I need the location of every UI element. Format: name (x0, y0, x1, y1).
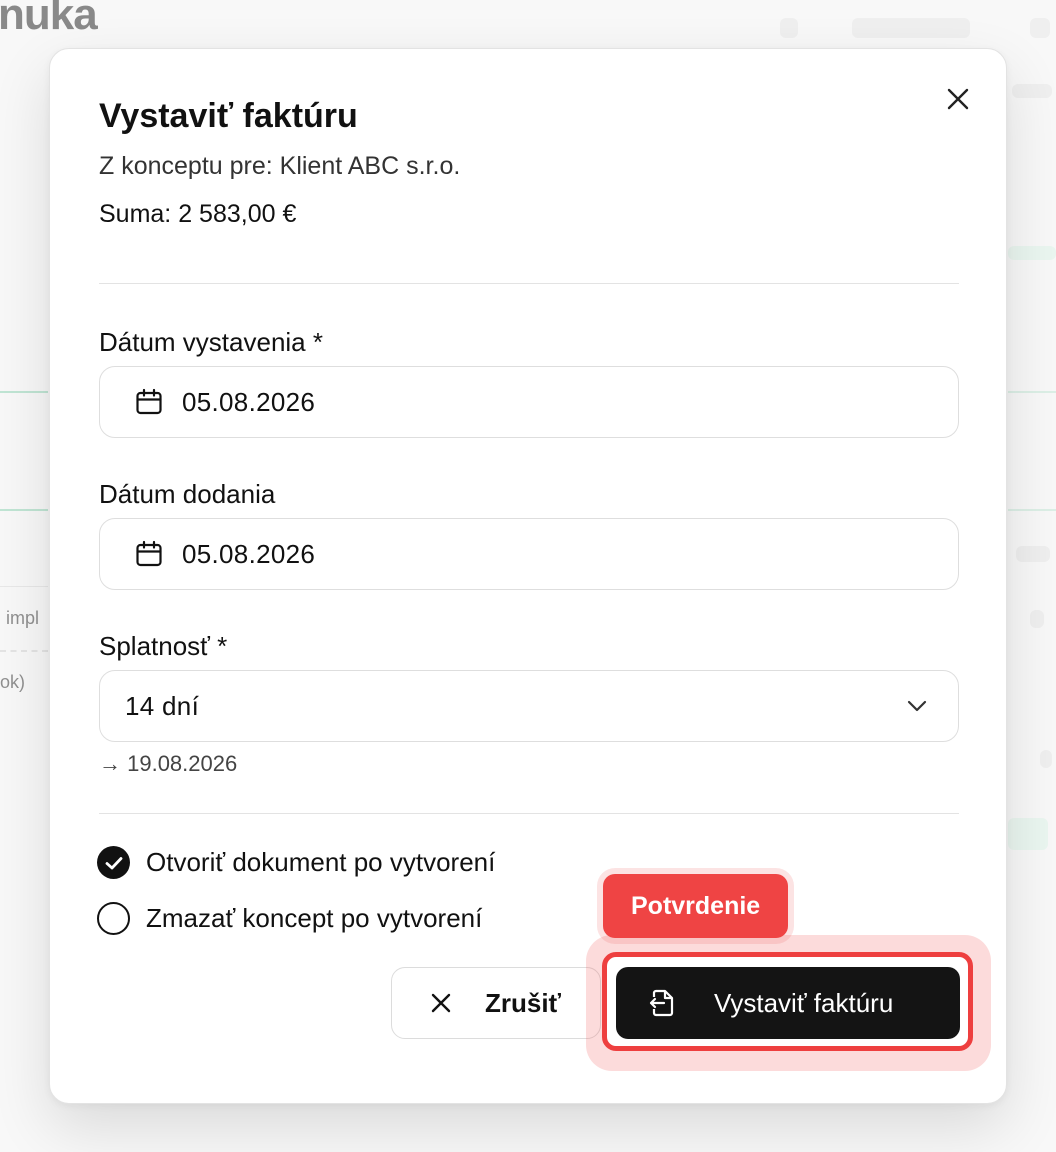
due-select[interactable]: 14 dní (99, 670, 959, 742)
close-button[interactable] (943, 84, 973, 114)
check-icon (97, 846, 130, 879)
dialog-title: Vystaviť faktúru (99, 97, 358, 135)
delete-draft-label: Zmazať koncept po vytvorení (146, 903, 483, 933)
delete-draft-checkbox[interactable]: Zmazať koncept po vytvorení (97, 902, 482, 935)
x-icon (431, 993, 451, 1013)
delivery-date-value: 05.08.2026 (182, 538, 316, 569)
issue-invoice-button[interactable]: Vystaviť faktúru (616, 967, 960, 1039)
issue-date-label: Dátum vystavenia * (99, 327, 323, 357)
annotation-badge: Potvrdenie (603, 874, 789, 938)
open-document-label: Otvoriť dokument po vytvorení (146, 847, 496, 877)
document-export-icon (646, 986, 680, 1020)
due-date-hint: → 19.08.2026 (99, 751, 238, 776)
issue-date-value: 05.08.2026 (182, 386, 316, 417)
issue-invoice-dialog: Vystaviť faktúru Z konceptu pre: Klient … (49, 48, 1007, 1104)
open-document-checkbox[interactable]: Otvoriť dokument po vytvorení (97, 846, 495, 879)
invoice-sum: Suma: 2 583,00 € (99, 200, 297, 228)
divider (99, 283, 959, 284)
unchecked-circle-icon (97, 902, 130, 935)
dialog-subtitle: Z konceptu pre: Klient ABC s.r.o. (99, 152, 461, 180)
due-label: Splatnosť * (99, 631, 228, 661)
cancel-button-label: Zrušiť (484, 987, 562, 1018)
delivery-date-label: Dátum dodania (99, 479, 276, 509)
close-icon (947, 88, 969, 110)
issue-invoice-button-label: Vystaviť faktúru (714, 987, 894, 1018)
due-selected-value: 14 dní (125, 690, 200, 721)
divider (99, 813, 959, 814)
calendar-icon (134, 539, 164, 569)
delivery-date-input[interactable]: 05.08.2026 (99, 518, 959, 590)
chevron-down-icon (906, 699, 928, 713)
cancel-button[interactable]: Zrušiť (391, 967, 601, 1039)
issue-date-input[interactable]: 05.08.2026 (99, 366, 959, 438)
calendar-icon (134, 387, 164, 417)
